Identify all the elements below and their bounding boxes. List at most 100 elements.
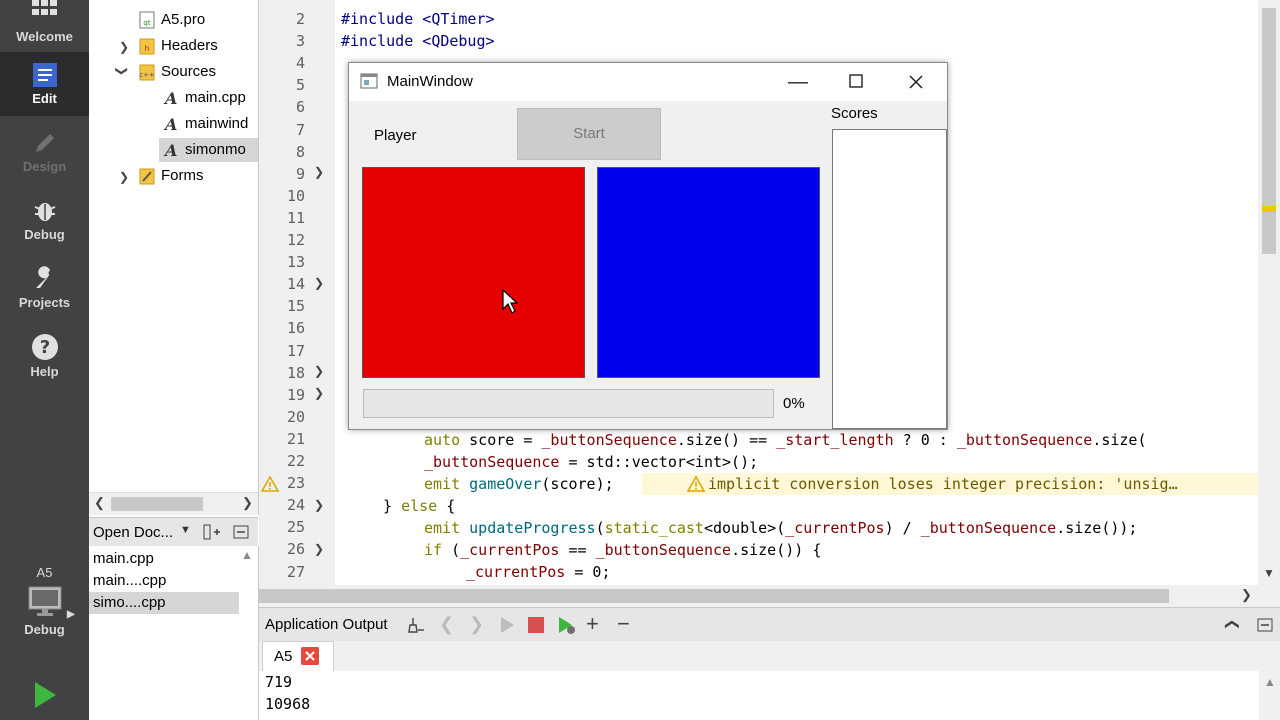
scroll-left-icon[interactable]: ❮ (94, 495, 105, 511)
zoom-out-icon[interactable]: − (617, 611, 630, 637)
svg-text:h: h (144, 44, 149, 53)
split-icon[interactable] (203, 524, 221, 540)
svg-text:qt: qt (143, 19, 150, 27)
output-text-area[interactable]: 719 10968 (259, 671, 1259, 720)
maximize-button[interactable] (827, 63, 885, 101)
fold-marker-icon[interactable]: ❯ (314, 165, 324, 179)
grid-icon (31, 0, 57, 15)
app-window-icon (360, 73, 378, 89)
kit-arrow-icon: ▶ (67, 609, 75, 620)
scrollbar-thumb[interactable] (1262, 8, 1276, 254)
mode-label: Edit (32, 91, 57, 106)
tree-item-forms[interactable]: Forms (139, 164, 204, 188)
tree-item-main-cpp[interactable]: Amain.cpp (163, 86, 258, 110)
next-icon[interactable]: ❯ (469, 614, 484, 635)
editor-horizontal-scrollbar[interactable]: ❯ (259, 585, 1280, 607)
line-number: 16 (286, 319, 305, 338)
start-button[interactable]: Start (517, 108, 661, 160)
close-icon[interactable] (301, 647, 319, 665)
scroll-right-icon[interactable]: ❯ (242, 495, 253, 511)
scroll-up-icon[interactable]: ▲ (1264, 675, 1276, 689)
fold-marker-icon[interactable]: ❯ (314, 498, 324, 512)
fold-marker-icon[interactable]: ❯ (314, 276, 324, 290)
fold-marker-icon[interactable]: ❯ (314, 542, 324, 556)
chevron-down-icon[interactable]: ❯ (115, 66, 129, 76)
maximize-pane-icon[interactable]: ❯ (1222, 619, 1239, 631)
line-number: 25 (286, 518, 305, 537)
line-number: 12 (286, 231, 305, 249)
main-window: MainWindow — Player Start Scores 0% (348, 62, 948, 430)
scroll-right-icon[interactable]: ❯ (1241, 587, 1252, 603)
fold-marker-icon[interactable]: ❯ (314, 386, 324, 400)
attach-debugger-icon[interactable] (557, 616, 577, 636)
mode-label: Welcome (16, 29, 73, 44)
code-line-4: #include <QDebug> (341, 32, 495, 50)
output-tab-a5[interactable]: A5 (262, 641, 334, 672)
tree-item-mainwindow-cpp[interactable]: Amainwind (163, 112, 258, 136)
close-split-icon[interactable] (233, 524, 249, 540)
kit-selector[interactable]: A5 ▶ Debug (0, 565, 89, 657)
line-number: 19 (286, 385, 305, 404)
tree-item-headers[interactable]: h Headers (139, 34, 218, 58)
zoom-in-icon[interactable]: + (586, 611, 599, 637)
open-document-item[interactable]: main....cpp (89, 570, 239, 592)
tree-item-sources[interactable]: c++ Sources (139, 60, 216, 84)
close-button[interactable] (887, 63, 945, 101)
code-line-27: _currentPos = 0; (466, 563, 611, 581)
bug-icon (34, 203, 55, 221)
scrollbar-thumb[interactable] (259, 589, 1169, 603)
player-label: Player (374, 127, 417, 144)
mode-design[interactable]: Design (0, 130, 89, 186)
chevron-right-icon[interactable]: ❯ (119, 170, 129, 184)
line-number: 22 (286, 452, 305, 470)
tree-item-pro[interactable]: qt A5.pro (139, 8, 205, 32)
window-title-bar[interactable]: MainWindow — (349, 63, 947, 101)
line-number: 10 (286, 186, 305, 205)
tree-item-label: Forms (161, 167, 204, 184)
dropdown-arrow-icon[interactable]: ▼ (180, 524, 191, 536)
svg-text:A: A (163, 115, 177, 133)
minimize-button[interactable]: — (769, 63, 827, 101)
folder-headers-icon: h (139, 38, 155, 55)
code-line-3: #include <QTimer> (341, 10, 495, 28)
chevron-right-icon[interactable]: ❯ (119, 40, 129, 54)
output-pane-title: Application Output (265, 616, 388, 633)
tree-item-simonmodel-cpp[interactable]: Asimonmo (159, 138, 258, 162)
stop-icon[interactable] (527, 616, 545, 634)
tree-item-label: A5.pro (161, 11, 206, 28)
line-number: 11 (286, 208, 305, 227)
close-pane-icon[interactable] (1257, 617, 1273, 633)
line-number: 20 (286, 407, 305, 426)
red-game-button[interactable] (362, 167, 585, 378)
output-vertical-scrollbar[interactable]: ▲ (1259, 671, 1280, 720)
line-number: 24 (286, 496, 305, 515)
blue-game-button[interactable] (597, 167, 820, 378)
scroll-up-icon[interactable]: ▲ (241, 548, 253, 562)
previous-icon[interactable]: ❮ (439, 614, 454, 635)
scores-list[interactable] (832, 129, 947, 429)
scrollbar-thumb[interactable] (111, 497, 203, 511)
output-pane-toolbar: Application Output ❮ ❯ + − ❯ (259, 607, 1280, 643)
fold-marker-icon[interactable]: ❯ (314, 364, 324, 378)
scroll-down-icon[interactable]: ▼ (1263, 566, 1275, 580)
rerun-icon[interactable] (499, 616, 515, 634)
line-number: 18 (286, 363, 305, 382)
mode-help[interactable]: ? Help (0, 333, 89, 389)
editor-vertical-scrollbar[interactable]: ▼ (1258, 0, 1280, 585)
open-documents-title[interactable]: Open Doc... (93, 524, 173, 541)
open-document-item[interactable]: main.cpp (89, 548, 239, 570)
kit-mode-label: Debug (24, 622, 65, 637)
mode-projects[interactable]: Projects (0, 266, 89, 322)
open-document-item[interactable]: simo....cpp (89, 592, 239, 614)
run-button[interactable] (0, 680, 89, 716)
mode-debug[interactable]: Debug (0, 198, 89, 254)
mode-selector: Welcome Edit Design Debug Projects ? Hel… (0, 0, 89, 720)
clear-output-icon[interactable] (407, 616, 425, 634)
mode-edit[interactable]: Edit (0, 52, 89, 116)
line-number: 2 (295, 10, 305, 28)
tree-horizontal-scrollbar[interactable]: ❮ ❯ (89, 492, 258, 515)
line-number: 15 (286, 297, 305, 316)
folder-forms-icon (139, 168, 155, 185)
edit-icon (32, 63, 57, 87)
mode-welcome[interactable]: Welcome (0, 0, 89, 48)
